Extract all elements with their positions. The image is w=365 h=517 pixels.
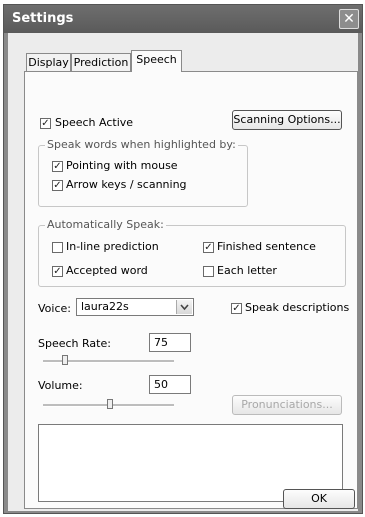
- voice-value: laura22s: [81, 300, 129, 313]
- checkmark-icon: ✓: [204, 242, 213, 253]
- close-icon: ✕: [343, 11, 355, 27]
- checkmark-icon: ✓: [53, 161, 62, 172]
- pointing-with-mouse-label: Pointing with mouse: [66, 159, 178, 172]
- volume-input[interactable]: 50: [149, 375, 191, 394]
- checkmark-icon: ✓: [232, 303, 241, 314]
- tab-speech[interactable]: Speech: [131, 50, 182, 72]
- tab-display[interactable]: Display: [26, 53, 71, 71]
- highlight-group-title: Speak words when highlighted by:: [45, 138, 238, 151]
- speech-rate-label: Speech Rate:: [38, 337, 111, 350]
- button-label: Scanning Options...: [233, 113, 341, 126]
- finished-sentence-checkbox[interactable]: ✓: [203, 242, 214, 253]
- speech-active-label: Speech Active: [55, 116, 134, 129]
- tab-label: Speech: [136, 53, 177, 66]
- inline-prediction-checkbox[interactable]: [52, 242, 63, 253]
- auto-speak-group-title: Automatically Speak:: [45, 218, 166, 231]
- voice-label: Voice:: [38, 302, 71, 315]
- speech-tab-page: ✓ Speech Active Scanning Options... Spea…: [24, 71, 358, 509]
- dropdown-button[interactable]: [176, 300, 192, 314]
- title-bar[interactable]: Settings ✕: [4, 5, 362, 33]
- speech-rate-slider-thumb[interactable]: [62, 355, 68, 365]
- each-letter-label: Each letter: [217, 264, 277, 277]
- volume-value: 50: [154, 378, 168, 391]
- settings-window: Settings ✕ Display Prediction Speech ✓ S…: [3, 4, 363, 514]
- highlight-group: [38, 145, 248, 207]
- window-title: Settings: [12, 11, 74, 26]
- pronunciations-button[interactable]: Pronunciations...: [232, 395, 342, 415]
- speak-descriptions-label: Speak descriptions: [245, 301, 350, 314]
- checkmark-icon: ✓: [41, 118, 50, 129]
- speech-rate-input[interactable]: 75: [149, 333, 191, 352]
- arrow-keys-scanning-label: Arrow keys / scanning: [66, 178, 187, 191]
- speech-rate-value: 75: [154, 336, 168, 349]
- accepted-word-checkbox[interactable]: ✓: [52, 266, 63, 277]
- accepted-word-label: Accepted word: [66, 264, 148, 277]
- arrow-keys-scanning-checkbox[interactable]: ✓: [52, 180, 63, 191]
- auto-speak-group: [38, 225, 346, 287]
- volume-slider-thumb[interactable]: [107, 399, 113, 409]
- inline-prediction-label: In-line prediction: [66, 240, 159, 253]
- volume-label: Volume:: [38, 379, 83, 392]
- checkmark-icon: ✓: [53, 180, 62, 191]
- tab-label: Display: [28, 56, 69, 69]
- pointing-with-mouse-checkbox[interactable]: ✓: [52, 161, 63, 172]
- button-label: OK: [311, 492, 327, 505]
- button-label: Pronunciations...: [241, 398, 333, 411]
- checkmark-icon: ✓: [53, 266, 62, 277]
- each-letter-checkbox[interactable]: [203, 266, 214, 277]
- speak-descriptions-checkbox[interactable]: ✓: [231, 303, 242, 314]
- voice-select[interactable]: laura22s: [76, 298, 194, 316]
- speech-active-checkbox[interactable]: ✓: [40, 118, 51, 129]
- scanning-options-button[interactable]: Scanning Options...: [232, 110, 342, 130]
- tab-prediction[interactable]: Prediction: [71, 53, 131, 71]
- finished-sentence-label: Finished sentence: [217, 240, 316, 253]
- tab-label: Prediction: [73, 56, 129, 69]
- ok-button[interactable]: OK: [283, 489, 355, 509]
- dialog-client-area: Display Prediction Speech ✓ Speech Activ…: [8, 33, 358, 511]
- chevron-down-icon: [180, 304, 189, 311]
- close-button[interactable]: ✕: [339, 9, 359, 29]
